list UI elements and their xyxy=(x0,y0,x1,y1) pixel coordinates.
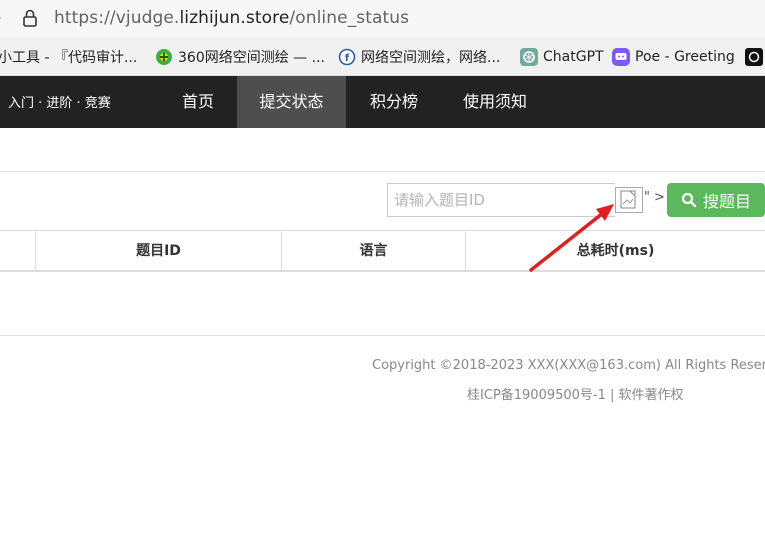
bookmark-item[interactable]: Poe - Greeting xyxy=(612,47,735,67)
search-icon xyxy=(681,192,697,208)
bookmark-item[interactable] xyxy=(745,47,765,67)
lock-icon[interactable] xyxy=(22,8,38,28)
url-field[interactable]: https://vjudge.lizhijun.store/online_sta… xyxy=(54,8,409,28)
section-divider xyxy=(0,171,765,172)
broken-image-icon xyxy=(615,187,643,213)
search-problem-button[interactable]: 搜题目 xyxy=(667,183,765,217)
site-brand[interactable]: 入门 · 进阶 · 竞赛 xyxy=(8,92,111,111)
bookmark-item[interactable]: 小工具 - 『代码审计... xyxy=(0,47,137,67)
site-navbar: 入门 · 进阶 · 竞赛 首页 提交状态 积分榜 使用须知 xyxy=(0,76,765,128)
bookmark-label: ChatGPT xyxy=(543,49,604,65)
bookmark-label: 小工具 - 『代码审计... xyxy=(0,50,138,66)
stray-gt-text: > xyxy=(654,190,665,205)
icp-license-text: 桂ICP备19009500号-1 | 软件著作权 xyxy=(467,388,684,403)
footer-divider xyxy=(0,335,765,336)
column-header-language: 语言 xyxy=(281,231,465,271)
url-scheme: https://vjudge. xyxy=(54,8,180,28)
360-icon xyxy=(156,49,172,65)
column-header-total-time: 总耗时(ms) xyxy=(465,231,765,271)
url-path: /online_status xyxy=(289,8,410,28)
column-header-problem-id: 题目ID xyxy=(35,231,281,271)
nav-ranking[interactable]: 积分榜 xyxy=(348,76,440,128)
bookmarks-bar: 小工具 - 『代码审计... 360网络空间测绘 — ... f 网络空间测绘，… xyxy=(0,38,765,76)
search-button-label: 搜题目 xyxy=(703,192,752,211)
openai-icon xyxy=(745,48,763,66)
chatgpt-icon xyxy=(520,48,538,66)
fofa-icon: f xyxy=(338,48,356,66)
problem-id-search-input[interactable] xyxy=(387,183,615,217)
nav-home[interactable]: 首页 xyxy=(160,76,236,128)
address-bar: https://vjudge.lizhijun.store/online_sta… xyxy=(0,0,765,38)
bookmark-item[interactable]: 360网络空间测绘 — ... xyxy=(155,47,325,67)
copyright-text: Copyright ©2018-2023 XXX(XXX@163.com) Al… xyxy=(372,358,765,373)
status-table-header: 题目ID 语言 总耗时(ms) xyxy=(0,230,765,272)
stray-quote-text: " xyxy=(644,190,650,205)
url-host: lizhijun.store xyxy=(179,8,290,28)
nav-usage-notes[interactable]: 使用须知 xyxy=(443,76,547,128)
bookmark-label: Poe - Greeting xyxy=(635,49,735,65)
poe-icon xyxy=(612,48,630,66)
bookmark-label: 360网络空间测绘 — ... xyxy=(178,50,325,66)
site-info-icon[interactable] xyxy=(0,8,10,28)
nav-submission-status[interactable]: 提交状态 xyxy=(237,76,346,128)
bookmark-item[interactable]: ChatGPT xyxy=(520,47,604,67)
svg-text:f: f xyxy=(345,53,350,64)
bookmark-label: 网络空间测绘，网络... xyxy=(361,50,501,66)
bookmark-item[interactable]: f 网络空间测绘，网络... xyxy=(338,47,500,67)
